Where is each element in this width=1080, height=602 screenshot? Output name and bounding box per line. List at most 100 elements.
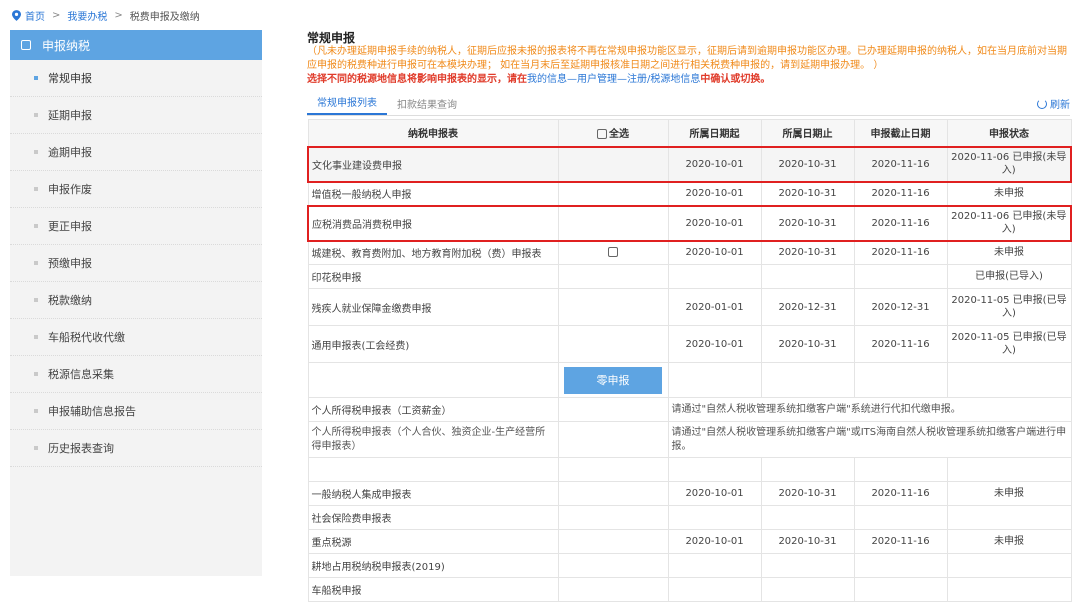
form-name-cell[interactable]: 城建税、教育费附加、地方教育附加税（费）申报表: [307, 240, 559, 265]
bullet-icon: [34, 113, 38, 117]
form-name-cell[interactable]: 应税消费品消费税申报: [307, 204, 559, 242]
status-cell: 已申报(已导入): [946, 264, 1072, 289]
col-header-form: 纳税申报表: [307, 119, 559, 147]
tab-regular-filing-list[interactable]: 常规申报列表: [307, 94, 387, 115]
deadline-cell: [853, 457, 948, 482]
table-row[interactable]: 印花税申报 已申报(已导入): [307, 264, 1072, 289]
sidebar-item-label: 历史报表查询: [48, 442, 114, 455]
checkbox-cell: [557, 421, 669, 458]
sidebar-header-label: 申报纳税: [42, 38, 91, 53]
end-date-cell: 2020-12-31: [760, 288, 855, 326]
sidebar-item-tax-source-collection[interactable]: 税源信息采集: [10, 356, 262, 393]
bullet-icon: [34, 150, 38, 154]
form-name-cell[interactable]: 个人所得税申报表（个人合伙、独资企业-生产经营所得申报表）: [307, 421, 559, 458]
form-name-cell[interactable]: 一般纳税人集成申报表: [307, 481, 559, 506]
filing-table: 纳税申报表 全选 所属日期起 所属日期止 申报截止日期 申报状态 文化事业建设费…: [307, 119, 1072, 602]
col-header-select-all[interactable]: 全选: [557, 119, 669, 147]
sidebar-item-correction-filing[interactable]: 更正申报: [10, 208, 262, 245]
end-date-cell: 2020-10-31: [760, 204, 855, 242]
form-name-cell[interactable]: 耕地占用税纳税申报表(2019): [307, 553, 559, 578]
start-date-cell: 2020-01-01: [667, 288, 762, 326]
breadcrumb-current: 税费申报及缴纳: [129, 11, 200, 23]
sidebar-item-auxiliary-report[interactable]: 申报辅助信息报告: [10, 393, 262, 430]
table-row[interactable]: 个人所得税申报表（工资薪金） 请通过"自然人税收管理系统扣缴客户端"系统进行代扣…: [307, 397, 1072, 422]
page-title: 常规申报: [307, 31, 356, 45]
sidebar-item-tax-payment[interactable]: 税款缴纳: [10, 282, 262, 319]
select-all-checkbox[interactable]: [597, 129, 607, 140]
form-name-cell[interactable]: 残疾人就业保障金缴费申报: [307, 288, 559, 326]
status-cell: [946, 553, 1072, 578]
tax-source-settings-link[interactable]: 我的信息—用户管理—注册/税源地信息: [527, 74, 700, 85]
empty-cell: [667, 362, 762, 398]
sidebar-item-history-query[interactable]: 历史报表查询: [10, 430, 262, 467]
status-cell: 2020-11-06 已申报(未导入): [946, 204, 1072, 242]
sidebar-item-label: 预缴申报: [48, 257, 92, 270]
breadcrumb: 首页 > 我要办税 > 税费申报及缴纳: [12, 7, 200, 23]
sidebar-item-regular-filing[interactable]: 常规申报: [10, 60, 262, 97]
form-name-cell[interactable]: 文化事业建设费申报: [307, 145, 559, 183]
sidebar-item-extension-filing[interactable]: 延期申报: [10, 97, 262, 134]
sidebar-header[interactable]: 申报纳税: [10, 30, 262, 60]
location-pin-icon: [12, 9, 21, 21]
sidebar-item-void-filing[interactable]: 申报作废: [10, 171, 262, 208]
checkbox-cell: [557, 325, 669, 363]
form-name-cell[interactable]: 印花税申报: [307, 264, 559, 289]
end-date-cell: 2020-10-31: [760, 325, 855, 363]
start-date-cell: 2020-10-01: [667, 145, 762, 183]
table-row[interactable]: 残疾人就业保障金缴费申报 2020-01-01 2020-12-31 2020-…: [307, 288, 1072, 326]
status-cell: 未申报: [946, 240, 1072, 265]
table-row[interactable]: 车船税申报: [307, 577, 1072, 602]
form-name-cell[interactable]: 车船税申报: [307, 577, 559, 602]
table-row[interactable]: 城建税、教育费附加、地方教育附加税（费）申报表 2020-10-01 2020-…: [307, 240, 1072, 265]
checkbox-cell: [557, 505, 669, 530]
form-name-cell[interactable]: 个人所得税申报表（工资薪金）: [307, 397, 559, 422]
square-icon: [21, 40, 31, 50]
tab-deduction-result-query[interactable]: 扣款结果查询: [387, 96, 467, 115]
table-row[interactable]: 耕地占用税纳税申报表(2019): [307, 553, 1072, 578]
end-date-cell: [760, 553, 855, 578]
table-row[interactable]: 文化事业建设费申报 2020-10-01 2020-10-31 2020-11-…: [307, 145, 1072, 183]
table-row[interactable]: 通用申报表(工会经费) 2020-10-01 2020-10-31 2020-1…: [307, 325, 1072, 363]
refresh-button[interactable]: 刷新: [1037, 96, 1070, 111]
end-date-cell: [760, 264, 855, 289]
table-row[interactable]: 个人所得税申报表（个人合伙、独资企业-生产经营所得申报表） 请通过"自然人税收管…: [307, 421, 1072, 458]
sidebar-item-label: 更正申报: [48, 220, 92, 233]
sidebar-item-prepayment-filing[interactable]: 预缴申报: [10, 245, 262, 282]
start-date-cell: [667, 577, 762, 602]
status-cell: [946, 505, 1072, 530]
form-name-cell[interactable]: 社会保险费申报表: [307, 505, 559, 530]
warning-text-pre: 选择不同的税源地信息将影响申报表的显示，请在: [307, 74, 527, 85]
breadcrumb-home[interactable]: 首页: [25, 8, 45, 23]
table-row[interactable]: 社会保险费申报表: [307, 505, 1072, 530]
table-row[interactable]: 一般纳税人集成申报表 2020-10-01 2020-10-31 2020-11…: [307, 481, 1072, 506]
table-row[interactable]: 重点税源 2020-10-01 2020-10-31 2020-11-16 未申…: [307, 529, 1072, 554]
row-checkbox[interactable]: [608, 247, 618, 258]
breadcrumb-level2[interactable]: 我要办税: [67, 8, 107, 23]
bullet-icon: [34, 298, 38, 302]
status-cell: 2020-11-05 已申报(已导入): [946, 325, 1072, 363]
checkbox-cell[interactable]: [557, 240, 669, 265]
deadline-cell: 2020-11-16: [853, 181, 948, 206]
deadline-cell: [853, 505, 948, 530]
status-cell: 未申报: [946, 481, 1072, 506]
checkbox-cell: [557, 553, 669, 578]
sidebar-item-vehicle-tax[interactable]: 车船税代收代缴: [10, 319, 262, 356]
end-date-cell: 2020-10-31: [760, 529, 855, 554]
zero-filing-button[interactable]: 零申报: [564, 366, 662, 394]
checkbox-cell: [557, 181, 669, 206]
sidebar-item-label: 税源信息采集: [48, 368, 114, 381]
table-row[interactable]: 增值税一般纳税人申报 2020-10-01 2020-10-31 2020-11…: [307, 181, 1072, 206]
sidebar-item-label: 常规申报: [48, 72, 92, 85]
form-name-cell[interactable]: 增值税一般纳税人申报: [307, 181, 559, 206]
status-cell: [946, 577, 1072, 602]
form-name-cell[interactable]: 重点税源: [307, 529, 559, 554]
start-date-cell: [667, 457, 762, 482]
bullet-icon: [34, 76, 38, 80]
bullet-icon: [34, 409, 38, 413]
form-name-cell[interactable]: 通用申报表(工会经费): [307, 325, 559, 363]
sidebar-item-overdue-filing[interactable]: 逾期申报: [10, 134, 262, 171]
deadline-cell: 2020-11-16: [853, 145, 948, 183]
end-date-cell: [760, 505, 855, 530]
empty-cell: [760, 362, 855, 398]
table-row[interactable]: 应税消费品消费税申报 2020-10-01 2020-10-31 2020-11…: [307, 204, 1072, 242]
